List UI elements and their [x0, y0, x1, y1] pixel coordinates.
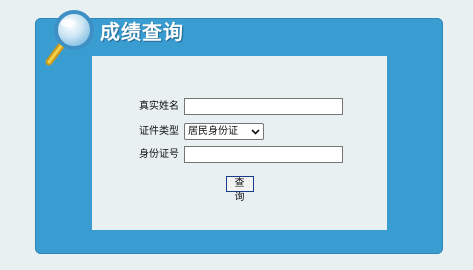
id-type-row: 证件类型 居民身份证	[92, 123, 387, 141]
id-type-select[interactable]: 居民身份证	[184, 123, 264, 140]
form-area: 真实姓名 证件类型 居民身份证 身份证号 查 询	[92, 56, 387, 230]
query-button[interactable]: 查 询	[226, 176, 254, 203]
id-type-label: 证件类型	[139, 126, 179, 137]
id-number-row: 身份证号	[92, 146, 387, 164]
panel-title: 成绩查询	[100, 20, 184, 44]
chevron-down-icon	[251, 129, 260, 135]
id-number-input[interactable]	[184, 146, 343, 163]
id-number-label: 身份证号	[139, 149, 179, 160]
name-input[interactable]	[184, 98, 343, 115]
name-row: 真实姓名	[92, 98, 387, 116]
name-label: 真实姓名	[139, 101, 179, 112]
id-type-selected: 居民身份证	[188, 126, 238, 137]
